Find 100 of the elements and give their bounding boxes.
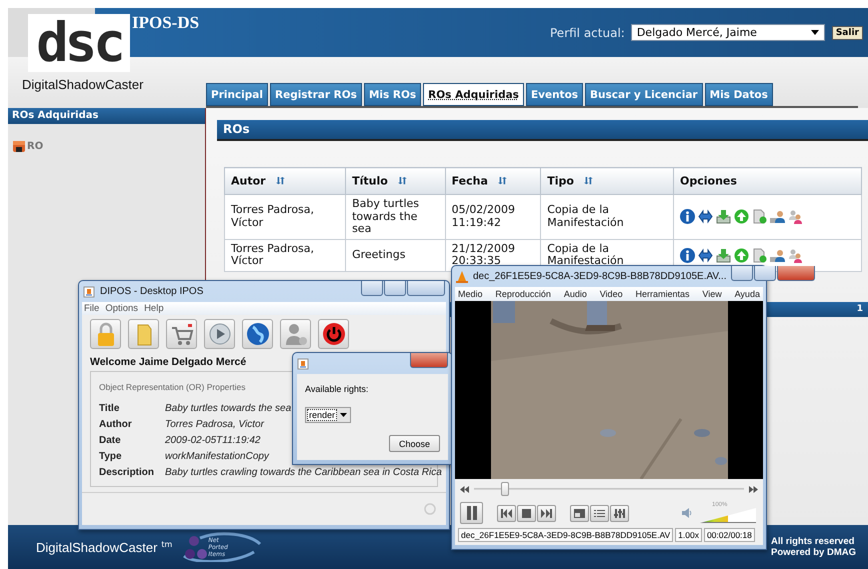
tab[interactable]: Eventos	[526, 83, 584, 106]
column-header: Tipo	[547, 174, 574, 188]
column-header: Título	[352, 174, 388, 188]
menu-item[interactable]: Options	[105, 303, 138, 314]
sidebar-item[interactable]: RO	[27, 141, 44, 152]
menu-item[interactable]: Herramientas	[635, 289, 690, 299]
document-check-icon	[752, 248, 768, 262]
rights-dropdown[interactable]: render	[305, 407, 352, 423]
column-header: Autor	[231, 174, 266, 188]
stop-icon	[521, 508, 532, 518]
panel-title: ROs	[217, 120, 868, 141]
menu-item[interactable]: Help	[144, 303, 164, 314]
cone-icon	[456, 270, 468, 282]
dropdown-arrow-icon	[340, 413, 348, 417]
fullscreen-icon	[574, 508, 585, 518]
arrows-icon	[698, 248, 714, 262]
menu-item[interactable]: Reproducción	[495, 289, 551, 299]
tab[interactable]: Buscar y Licenciar	[585, 83, 703, 106]
menu-item[interactable]: View	[702, 289, 722, 299]
property-value: Baby turtles towards the sea	[165, 403, 292, 414]
table-cell: Baby turtles towards the sea	[352, 197, 420, 235]
choose-button[interactable]: Choose	[389, 435, 440, 452]
globe-button[interactable]	[242, 319, 273, 349]
equalizer-button[interactable]	[610, 504, 629, 522]
table-cell: 05/02/2009 11:19:42	[452, 203, 516, 229]
trademark: tm	[161, 540, 172, 548]
people-icon	[788, 209, 804, 224]
close-button[interactable]	[777, 266, 816, 281]
tab[interactable]: ROs Adquiridas	[423, 83, 524, 106]
play-button[interactable]	[204, 319, 235, 349]
arrows-icon	[698, 209, 714, 224]
logo-text: DigitalShadowCaster	[21, 77, 144, 92]
next-icon	[541, 508, 552, 518]
property-value: 2009-02-05T11:19:42	[165, 435, 260, 446]
profile-label: Perfil actual:	[550, 26, 625, 40]
close-button[interactable]	[410, 353, 448, 368]
property-value: workManifestationCopy	[165, 451, 269, 462]
power-button[interactable]	[318, 319, 349, 349]
property-label: Title	[99, 403, 120, 414]
pause-icon	[466, 506, 478, 520]
table-cell: 21/12/2009 20:33:35	[452, 242, 516, 267]
file-name: dec_26F1E5E9-5C8A-3ED9-8C9B-B8B78DD9105E.AV	[458, 528, 674, 542]
column-header: Fecha	[452, 174, 488, 188]
stop-button[interactable]	[517, 504, 536, 522]
previous-button[interactable]	[497, 504, 516, 522]
footer-brand: DigitalShadowCaster	[36, 540, 158, 554]
document-check-icon	[752, 209, 768, 224]
tab[interactable]: Mis Datos	[704, 83, 773, 106]
tab[interactable]: Mis ROs	[364, 83, 422, 106]
table-cell: Copia de la Manifestación	[547, 242, 624, 267]
maximize-button[interactable]	[384, 281, 406, 296]
table-cell: Greetings	[352, 248, 406, 261]
close-button[interactable]	[407, 281, 445, 296]
pause-button[interactable]	[460, 502, 483, 524]
folder-button[interactable]	[128, 319, 159, 349]
playback-speed: 1.00x	[675, 528, 702, 542]
page-number[interactable]: 1	[856, 304, 863, 314]
menu-item[interactable]: Video	[600, 289, 623, 299]
download-icon	[716, 209, 732, 224]
upload-icon	[734, 209, 750, 224]
globe-icon	[244, 321, 270, 347]
seek-thumb[interactable]	[500, 482, 509, 496]
minimize-button[interactable]	[731, 266, 754, 281]
rewind-icon	[460, 486, 469, 492]
menu-item[interactable]: File	[84, 303, 100, 314]
copyright-text: All rights reserved	[771, 536, 856, 547]
info-icon	[680, 248, 696, 262]
play-icon	[206, 321, 232, 347]
playlist-button[interactable]	[590, 504, 609, 522]
app-icon	[83, 286, 95, 298]
busy-indicator-icon	[424, 503, 436, 515]
upload-icon	[734, 248, 750, 262]
field-label: Available rights:	[305, 384, 368, 394]
column-header: Opciones	[680, 174, 737, 188]
maximize-button[interactable]	[754, 266, 776, 281]
cart-button[interactable]	[166, 319, 197, 349]
tab[interactable]: Principal	[206, 83, 268, 106]
profile-select[interactable]: Delgado Mercé, Jaime	[630, 24, 825, 41]
logo: dsc	[28, 14, 130, 72]
menu-item[interactable]: Audio	[564, 289, 587, 299]
window-title: dec_26F1E5E9-5C8A-3ED9-8C9B-B8B78DD9105E.AV...	[473, 271, 726, 282]
menu-item[interactable]: Ayuda	[734, 289, 760, 299]
minimize-button[interactable]	[361, 281, 383, 296]
table-cell: Torres Padrosa, Víctor	[231, 242, 314, 267]
previous-icon	[501, 508, 512, 518]
person-button[interactable]	[280, 319, 311, 349]
table-cell: Copia de la Manifestación	[547, 203, 624, 229]
fast-forward-icon	[749, 486, 758, 492]
table-cell: Torres Padrosa, Víctor	[231, 203, 314, 229]
playlist-icon	[594, 508, 605, 518]
tab[interactable]: Registrar ROs	[270, 83, 362, 106]
property-value: Torres Padrosa, Victor	[165, 419, 264, 430]
logout-button[interactable]: Salir	[832, 26, 863, 40]
dropdown-arrow-icon	[810, 30, 819, 35]
next-button[interactable]	[537, 504, 556, 522]
speaker-icon	[682, 508, 693, 518]
fullscreen-button[interactable]	[570, 504, 589, 522]
menu-item[interactable]: Medio	[458, 289, 483, 299]
window-title: DIPOS - Desktop IPOS	[100, 286, 204, 297]
person-icon	[770, 248, 786, 262]
